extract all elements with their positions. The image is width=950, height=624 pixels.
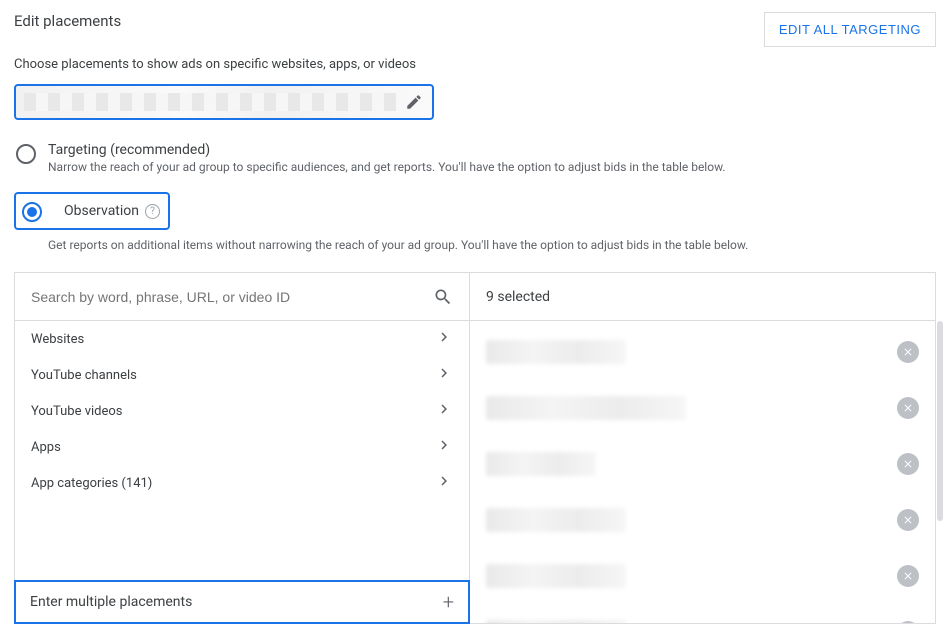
page-subtitle: Choose placements to show ads on specifi… <box>0 47 950 84</box>
adgroup-selector[interactable] <box>14 84 434 120</box>
category-item[interactable]: YouTube channels <box>15 357 469 393</box>
selected-column: 9 selected <box>470 273 935 623</box>
selected-placement-row <box>470 497 935 553</box>
adgroup-name-redacted <box>24 93 396 111</box>
search-input[interactable] <box>31 289 425 305</box>
category-label: App categories (141) <box>31 476 152 491</box>
remove-placement-button[interactable] <box>897 509 919 531</box>
plus-icon: + <box>443 590 454 614</box>
targeting-radio[interactable] <box>16 144 36 164</box>
page-title: Edit placements <box>14 12 121 30</box>
remove-placement-button[interactable] <box>897 341 919 363</box>
category-item[interactable]: App categories (141) <box>15 465 469 501</box>
chevron-right-icon <box>435 364 453 386</box>
chevron-right-icon <box>435 400 453 422</box>
selected-count: 9 selected <box>470 273 935 321</box>
category-item[interactable]: YouTube videos <box>15 393 469 429</box>
help-icon[interactable]: ? <box>145 204 160 219</box>
remove-placement-button[interactable] <box>897 453 919 475</box>
pencil-icon[interactable] <box>404 92 424 112</box>
observation-label: Observation <box>64 203 139 219</box>
selected-placement-row <box>470 609 935 623</box>
selected-placement-row <box>470 385 935 441</box>
placement-name-redacted <box>486 396 686 420</box>
targeting-label: Targeting (recommended) <box>48 142 936 158</box>
chevron-right-icon <box>435 472 453 494</box>
search-icon[interactable] <box>433 287 453 307</box>
remove-placement-button[interactable] <box>897 621 919 623</box>
chevron-right-icon <box>435 328 453 350</box>
category-item[interactable]: Apps <box>15 429 469 465</box>
remove-placement-button[interactable] <box>897 397 919 419</box>
browse-column: Websites YouTube channels YouTube videos Ap… <box>15 273 470 623</box>
remove-placement-button[interactable] <box>897 565 919 587</box>
placement-name-redacted <box>486 620 626 623</box>
category-item[interactable]: Websites <box>15 321 469 357</box>
enter-multiple-label: Enter multiple placements <box>30 594 192 610</box>
observation-radio[interactable] <box>22 202 42 222</box>
placement-name-redacted <box>486 340 626 364</box>
placement-name-redacted <box>486 564 626 588</box>
category-label: Apps <box>31 440 61 455</box>
observation-highlight: Observation ? <box>14 192 170 230</box>
chevron-right-icon <box>435 436 453 458</box>
targeting-desc: Narrow the reach of your ad group to spe… <box>48 160 936 174</box>
enter-multiple-placements-button[interactable]: Enter multiple placements + <box>14 580 470 624</box>
category-label: Websites <box>31 332 84 347</box>
category-label: YouTube videos <box>31 404 123 419</box>
placements-panel: Websites YouTube channels YouTube videos Ap… <box>14 272 936 624</box>
scrollbar[interactable] <box>937 321 943 521</box>
edit-all-targeting-button[interactable]: EDIT ALL TARGETING <box>764 12 936 47</box>
targeting-mode-radio-group: Targeting (recommended) Narrow the reach… <box>0 138 950 264</box>
placement-name-redacted <box>486 452 596 476</box>
category-label: YouTube channels <box>31 368 137 383</box>
placement-name-redacted <box>486 508 626 532</box>
selected-placement-row <box>470 329 935 385</box>
observation-desc: Get reports on additional items without … <box>48 238 936 252</box>
selected-placement-row <box>470 441 935 497</box>
selected-placement-row <box>470 553 935 609</box>
